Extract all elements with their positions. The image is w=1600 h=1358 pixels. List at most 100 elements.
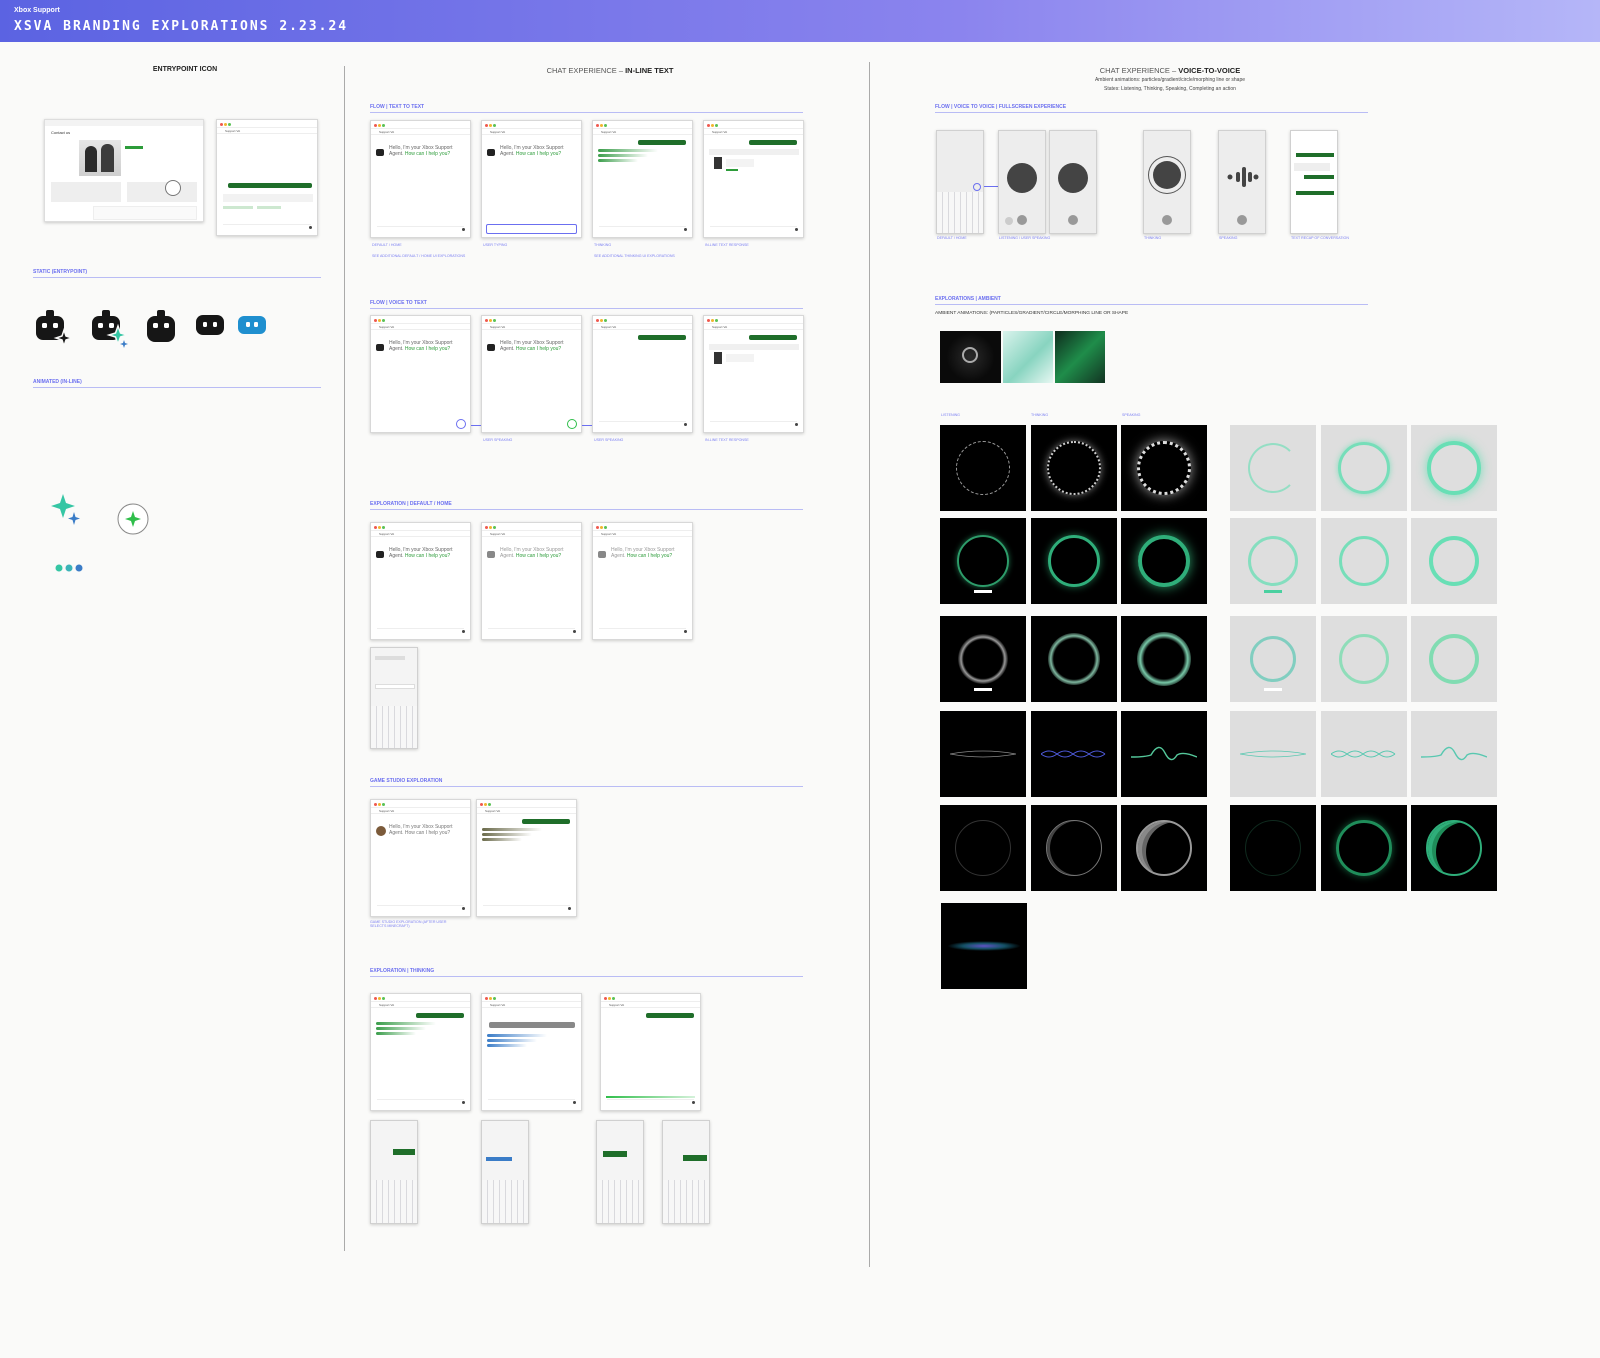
chat-screen-game-studio-thinking[interactable]: Support VA [476,799,577,917]
chat-screen-thinking-b[interactable]: Support VA [481,993,582,1111]
ambient-tile-light-listening [1230,425,1316,511]
link-note[interactable]: SEE ADDITIONAL THINKING UI EXPLORATIONS [594,254,675,258]
chat-screen-thinking-a[interactable]: Support VA [370,993,471,1111]
caption: USER SPEAKING [483,438,513,442]
chat-screen-voice-response[interactable]: Support VA [703,315,804,433]
explorations-ambient-label: EXPLORATIONS | AMBIENT [935,296,1368,305]
chat-screen-default-home[interactable]: Support VA Hello, I'm your Xbox Support A… [370,120,471,238]
ambient-tile-particles-thinking [1031,425,1117,511]
caption: SPEAKING [1219,236,1238,240]
sparkle-icon [51,494,80,525]
chat-screen-voice-home[interactable]: Support VA Hello, I'm your Xbox Support A… [370,315,471,433]
ambient-tile-wave-speaking [1121,711,1207,797]
flow-voice-to-voice-label: FLOW | VOICE TO VOICE | FULLSCREEN EXPER… [935,104,1368,113]
ambient-tile-light-wave-speaking [1411,711,1497,797]
sparkle-circle-icon [117,503,149,535]
chat-screen-thinking-c[interactable]: Support VA [600,993,701,1111]
ambient-tile-light-wave-thinking [1321,711,1407,797]
caption: DEFAULT / HOME [372,243,402,247]
caption: GAME STUDIO EXPLORATION (AFTER USER SELE… [370,920,447,928]
ambient-thumb-iso-green [1055,331,1105,383]
entry-bot-icon[interactable] [165,180,181,196]
inline-text-title: CHAT EXPERIENCE – IN-LINE TEXT [546,66,674,75]
chat-screen-exploration-c[interactable]: Support VA Hello, I'm your Xbox Support A… [592,522,693,640]
ambient-tile-wave-thinking [1031,711,1117,797]
ambient-tile-morph-green-listening [1230,805,1316,891]
caption: TEXT RECAP OF CONVERSATION [1291,236,1349,240]
voice-screen-listening-a[interactable] [998,130,1046,234]
caption: USER TYPING [483,243,508,247]
caption: IN-LINE TEXT RESPONSE [705,243,749,247]
flow-voice-to-text-label: FLOW | VOICE TO TEXT [370,300,803,309]
ambient-tile-particles-speaking [1121,425,1207,511]
ambient-tile-ring-speaking [1121,518,1207,604]
mic-button[interactable] [456,419,466,429]
bot-eyes-icon [196,315,224,335]
ambient-thumb-iso-teal [1003,331,1053,383]
entrypoint-title: ENTRYPOINT ICON [152,66,218,73]
ambient-tile-gradient-listening [940,616,1026,702]
caption: THINKING [1031,413,1049,417]
voice-screen-speaking[interactable] [1218,130,1266,234]
chat-window-mockup[interactable]: Support VA [216,119,318,236]
column-divider [344,66,345,1251]
ambient-tile-morph-thinking [1031,805,1117,891]
chat-screen-inline-response[interactable]: Support VA [703,120,804,238]
ambient-tile-morph-speaking [1121,805,1207,891]
bot-icon [147,310,175,342]
ambient-description: AMBIENT ANIMATIONS: (PARTICLES/GRADIENT/… [935,311,1129,316]
mobile-chat-thinking-a[interactable] [370,1120,418,1224]
ambient-tile-light-ring-thinking [1321,518,1407,604]
mobile-chat-thinking-b[interactable] [481,1120,529,1224]
ambient-tile-wave-listening [940,711,1026,797]
header-banner: Xbox Support XSVA BRANDING EXPLORATIONS … [0,0,1600,42]
chat-screen-exploration-b[interactable]: Support VA Hello, I'm your Xbox Support A… [481,522,582,640]
chat-screen-voice-sent[interactable]: Support VA [592,315,693,433]
ambient-tile-light-ring-listening [1230,518,1316,604]
chat-screen-user-typing[interactable]: Support VA Hello, I'm your Xbox Support A… [481,120,582,238]
ambient-tile-light-wave-listening [1230,711,1316,797]
chat-screen-user-speaking[interactable]: Support VA Hello, I'm your Xbox Support A… [481,315,582,433]
voice-screen-home[interactable] [936,130,984,234]
animated-inline-label: ANIMATED (IN-LINE) [33,379,321,388]
ambient-tile-morph-listening [940,805,1026,891]
ambient-tile-light-speaking [1411,425,1497,511]
link-note[interactable]: SEE ADDITIONAL DEFAULT / HOME UI EXPLORA… [372,254,465,258]
caption: IN-LINE TEXT RESPONSE [705,438,749,442]
voice-screen-thinking[interactable] [1143,130,1191,234]
ambient-tile-morph-green-speaking [1411,805,1497,891]
ambient-tile-light-ring-speaking [1411,518,1497,604]
exploration-default-home-label: EXPLORATION | DEFAULT / HOME [370,501,803,510]
chat-input[interactable] [486,224,577,234]
caption: THINKING [1144,236,1162,240]
caption: USER SPEAKING [594,438,624,442]
static-entrypoint-label: STATIC (ENTRYPOINT) [33,269,321,278]
voice-states: States: Listening, Thinking, Speaking, C… [1104,86,1236,92]
typing-dots-icon [55,564,83,572]
mobile-chat-thinking-d[interactable] [662,1120,710,1224]
caption: DEFAULT / HOME [937,236,967,240]
ambient-tile-light-gradient-thinking [1321,616,1407,702]
ambient-tile-particles-listening [940,425,1026,511]
ambient-tile-light-gradient-listening [1230,616,1316,702]
ambient-tile-ring-thinking [1031,518,1117,604]
chat-screen-game-studio-home[interactable]: Support VA Hello, I'm your Xbox Support A… [370,799,471,917]
chat-screen-exploration-a[interactable]: Support VA Hello, I'm your Xbox Support A… [370,522,471,640]
mobile-chat-thinking-c[interactable] [596,1120,644,1224]
game-studio-label: GAME STUDIO EXPLORATION [370,778,803,787]
bot-sparkle-color-icon [92,310,130,348]
flow-text-to-text-label: FLOW | TEXT TO TEXT [370,104,803,113]
chat-screen-thinking[interactable]: Support VA [592,120,693,238]
mobile-chat-home[interactable] [370,647,418,749]
caption: LISTENING [941,413,960,417]
web-entrypoint-mockup[interactable]: Contact us [44,119,204,222]
voice-screen-text-recap[interactable] [1290,130,1338,234]
ambient-tile-gradient-speaking [1121,616,1207,702]
mic-active-button[interactable] [567,419,577,429]
exploration-thinking-label: EXPLORATION | THINKING [370,968,803,977]
voice-screen-listening-b[interactable] [1049,130,1097,234]
ambient-tile-ring-listening [940,518,1026,604]
bot-eyes-blue-icon [238,316,266,334]
page-title: XSVA BRANDING EXPLORATIONS 2.23.24 [14,19,349,34]
bot-sparkle-icon [36,310,74,348]
